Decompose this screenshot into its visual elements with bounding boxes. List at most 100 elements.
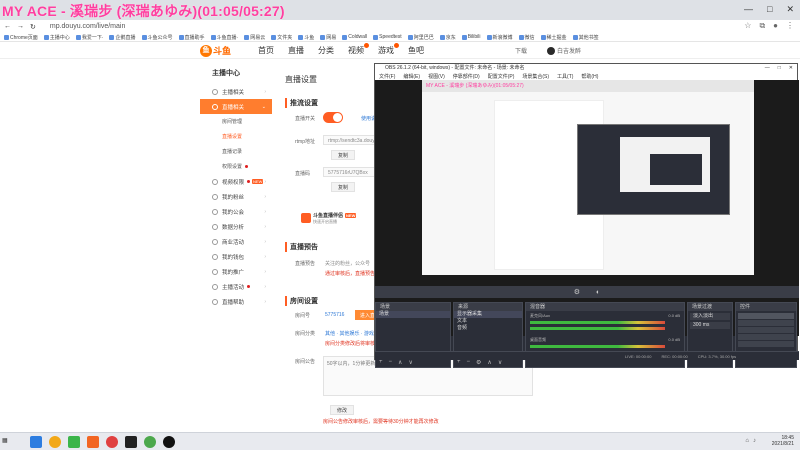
obs-menu-item[interactable]: 视图(V) <box>428 73 445 80</box>
bookmark-item[interactable]: 斗鱼公众号 <box>141 34 173 41</box>
add-icon[interactable]: + <box>379 359 383 366</box>
studio-mode-button[interactable] <box>738 327 794 333</box>
bookmark-item[interactable]: 网易 <box>320 34 336 41</box>
maximize-button[interactable]: □ <box>767 4 772 15</box>
bookmark-item[interactable]: 其他书签 <box>572 34 599 41</box>
sidebar-item-anchor[interactable]: 主播相关 › <box>200 84 272 99</box>
sidebar-subitem[interactable]: 直播记录 <box>200 144 272 159</box>
obs-minimize-button[interactable]: — <box>765 64 770 72</box>
nav-home[interactable]: 首页 <box>258 45 274 56</box>
obs-menu-item[interactable]: 编辑(E) <box>403 73 420 80</box>
start-button[interactable]: ▦ <box>2 437 8 444</box>
bookmark-item[interactable]: 企鹅直播 <box>109 34 136 41</box>
app-icon[interactable] <box>68 436 80 448</box>
user-menu[interactable]: 白吉发醉 <box>547 46 581 56</box>
bookmark-item[interactable]: 阿里巴巴 <box>407 34 434 41</box>
reload-icon[interactable]: ↻ <box>30 23 36 31</box>
settings-icon[interactable]: ⚙ <box>574 288 580 296</box>
clock[interactable]: 18:45 2021/8/21 <box>772 435 794 447</box>
add-icon[interactable]: + <box>457 359 461 366</box>
nav-game[interactable]: 游戏 <box>378 43 399 56</box>
sidebar-item[interactable]: 主播活动 › <box>200 279 272 294</box>
obs-icon[interactable] <box>163 436 175 448</box>
source-item[interactable]: 文本 <box>454 318 522 325</box>
volume-icon[interactable]: ♪ <box>753 438 756 444</box>
start-streaming-button[interactable] <box>738 313 794 319</box>
gear-icon[interactable]: ⚙ <box>476 359 481 366</box>
url-field[interactable]: mp.douyu.com/live/main <box>50 23 125 30</box>
obs-menu-item[interactable]: 工具(T) <box>557 73 573 80</box>
obs-menu-item[interactable]: 配置文件(P) <box>488 73 515 80</box>
copy-code-button[interactable]: 复制 <box>331 182 356 192</box>
nav-fishbar[interactable]: 鱼吧 <box>408 45 424 56</box>
sidebar-item[interactable]: 我的粉丝 › <box>200 189 272 204</box>
nav-live[interactable]: 直播 <box>288 45 304 56</box>
bookmark-item[interactable]: Bilibili <box>461 34 481 40</box>
up-icon[interactable]: ∧ <box>398 359 402 366</box>
filters-icon[interactable]: ◐ <box>596 289 600 296</box>
sidebar-item[interactable]: 直播帮助 › <box>200 294 272 309</box>
obs-settings-button[interactable] <box>738 334 794 340</box>
bookmark-item[interactable]: 京东 <box>439 34 456 41</box>
sidebar-item[interactable]: 我的公会 › <box>200 204 272 219</box>
sidebar-item-live[interactable]: 直播相关 ⌄ <box>200 99 272 114</box>
down-icon[interactable]: ∨ <box>498 359 502 366</box>
exit-button[interactable] <box>738 341 794 347</box>
nav-video[interactable]: 视频 <box>348 43 369 56</box>
douyu-logo[interactable]: 鱼 斗鱼 <box>200 43 240 58</box>
sidebar-item[interactable]: 视频权限 NEW › <box>200 174 272 189</box>
source-item[interactable]: 音频 <box>454 325 522 332</box>
bookmark-item[interactable]: 直播助手 <box>178 34 205 41</box>
bookmark-item[interactable]: 网易云 <box>244 34 265 41</box>
app-icon[interactable] <box>144 436 156 448</box>
sidebar-item[interactable]: 数据分析 › <box>200 219 272 234</box>
minimize-button[interactable]: — <box>744 4 753 15</box>
remove-icon[interactable]: − <box>467 359 471 366</box>
app-icon[interactable] <box>125 436 137 448</box>
back-icon[interactable]: ← <box>4 23 11 30</box>
remove-icon[interactable]: − <box>389 359 393 366</box>
forward-icon[interactable]: → <box>17 23 24 30</box>
obs-close-button[interactable]: ✕ <box>789 64 793 72</box>
bookmark-item[interactable]: 微信 <box>518 34 535 41</box>
explorer-icon[interactable] <box>30 436 42 448</box>
download-link[interactable]: 下载 <box>515 46 527 55</box>
close-button[interactable]: ✕ <box>786 4 794 15</box>
bookmark-item[interactable]: Coldwall <box>342 34 367 40</box>
sidebar-subitem[interactable]: 房间管理 <box>200 114 272 129</box>
app-icon[interactable] <box>106 436 118 448</box>
obs-menu-item[interactable]: 帮助(H) <box>581 73 598 80</box>
app-icon[interactable] <box>87 436 99 448</box>
sidebar-item[interactable]: 我的钱包 › <box>200 249 272 264</box>
scene-item[interactable]: 场景 <box>376 311 450 318</box>
live-toggle[interactable] <box>323 112 343 123</box>
star-icon[interactable]: ☆ <box>744 21 751 31</box>
bookmark-item[interactable]: 斗鱼 <box>298 34 314 41</box>
obs-maximize-button[interactable]: □ <box>778 64 781 72</box>
sidebar-subitem[interactable]: 权限设置 <box>200 159 272 174</box>
nav-category[interactable]: 分类 <box>318 45 334 56</box>
extensions-icon[interactable]: ⧉ <box>759 21 765 31</box>
modify-button[interactable]: 修改 <box>330 405 355 415</box>
menu-icon[interactable]: ⋮ <box>786 21 794 31</box>
bookmark-item[interactable]: Speedtest <box>373 34 402 40</box>
bookmark-item[interactable]: 新浪微博 <box>486 34 513 41</box>
obs-menu-item[interactable]: 场景集合(S) <box>522 73 549 80</box>
up-icon[interactable]: ∧ <box>487 359 491 366</box>
down-icon[interactable]: ∨ <box>408 359 412 366</box>
bookmark-item[interactable]: Chrome页面 <box>4 34 38 41</box>
sidebar-item[interactable]: 商业活动 › <box>200 234 272 249</box>
start-recording-button[interactable] <box>738 320 794 326</box>
sidebar-subitem[interactable]: 直播设置 <box>200 129 272 144</box>
preview-screen[interactable]: MY ACE - 溪瑞步 (深瑞あゆみ)(01:05/05:27) <box>422 80 754 275</box>
bookmark-item[interactable]: 我爱一下· <box>75 34 103 41</box>
obs-menu-item[interactable]: 停靠部件(D) <box>453 73 480 80</box>
mic-volume-slider[interactable] <box>530 327 665 330</box>
bookmark-item[interactable]: 文件夹 <box>271 34 292 41</box>
copy-rtmp-button[interactable]: 复制 <box>331 150 356 160</box>
chrome-icon[interactable] <box>49 436 61 448</box>
bookmark-item[interactable]: 斗鱼直播· <box>210 34 238 41</box>
source-item[interactable]: 显示器采集 <box>454 311 522 318</box>
companion-banner[interactable]: 斗鱼直播伴侣 NEW 快速开启直播 <box>301 208 361 228</box>
bookmark-item[interactable]: 稀土掘金 <box>540 34 567 41</box>
